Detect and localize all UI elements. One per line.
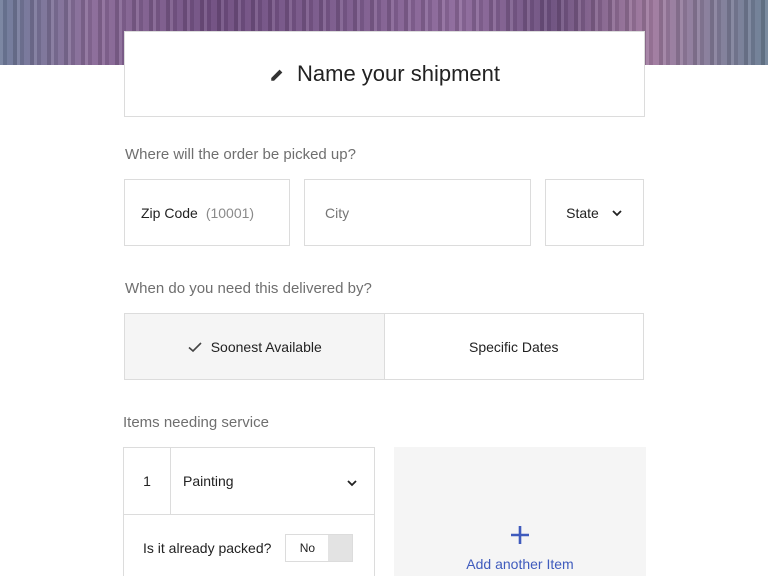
- zip-code-hint: (10001): [205, 204, 255, 221]
- soonest-available-label: Soonest Available: [210, 338, 322, 355]
- city-field[interactable]: [304, 179, 531, 246]
- add-item-label: Add another Item: [466, 556, 574, 572]
- item-type-label: Painting: [183, 473, 234, 489]
- specific-dates-label: Specific Dates: [469, 338, 559, 355]
- check-icon: [188, 341, 202, 352]
- city-input[interactable]: [325, 204, 530, 221]
- items-section-label: Items needing service: [123, 414, 269, 431]
- delivery-section-label: When do you need this delivered by?: [125, 280, 372, 297]
- chevron-down-icon: [347, 480, 357, 487]
- soonest-available-option[interactable]: Soonest Available: [125, 314, 385, 379]
- packed-toggle[interactable]: No: [285, 534, 354, 562]
- pickup-section-label: Where will the order be picked up?: [125, 146, 356, 163]
- delivery-timing-toggle: Soonest Available Specific Dates: [124, 313, 644, 380]
- state-select[interactable]: State: [545, 179, 644, 246]
- shipment-name-card[interactable]: Name your shipment: [124, 31, 645, 117]
- item-number: 1: [124, 448, 171, 514]
- state-label: State: [566, 204, 599, 221]
- item-card: 1 Painting Is it already packed? No: [123, 447, 375, 576]
- packed-row: Is it already packed? No: [124, 515, 374, 576]
- shipment-name-title[interactable]: Name your shipment: [297, 61, 500, 87]
- specific-dates-option[interactable]: Specific Dates: [385, 314, 644, 379]
- add-item-button[interactable]: Add another Item: [394, 447, 646, 576]
- packed-question-label: Is it already packed?: [143, 540, 272, 556]
- packed-toggle-knob: [328, 535, 353, 561]
- item-type-select[interactable]: Painting: [171, 473, 374, 489]
- packed-toggle-value: No: [286, 535, 329, 561]
- pencil-icon: [271, 69, 283, 81]
- item-row: 1 Painting: [124, 448, 374, 515]
- zip-code-label: Zip Code: [141, 204, 198, 221]
- chevron-down-icon: [612, 209, 622, 216]
- plus-icon: [511, 526, 529, 544]
- zip-code-field[interactable]: Zip Code (10001): [124, 179, 290, 246]
